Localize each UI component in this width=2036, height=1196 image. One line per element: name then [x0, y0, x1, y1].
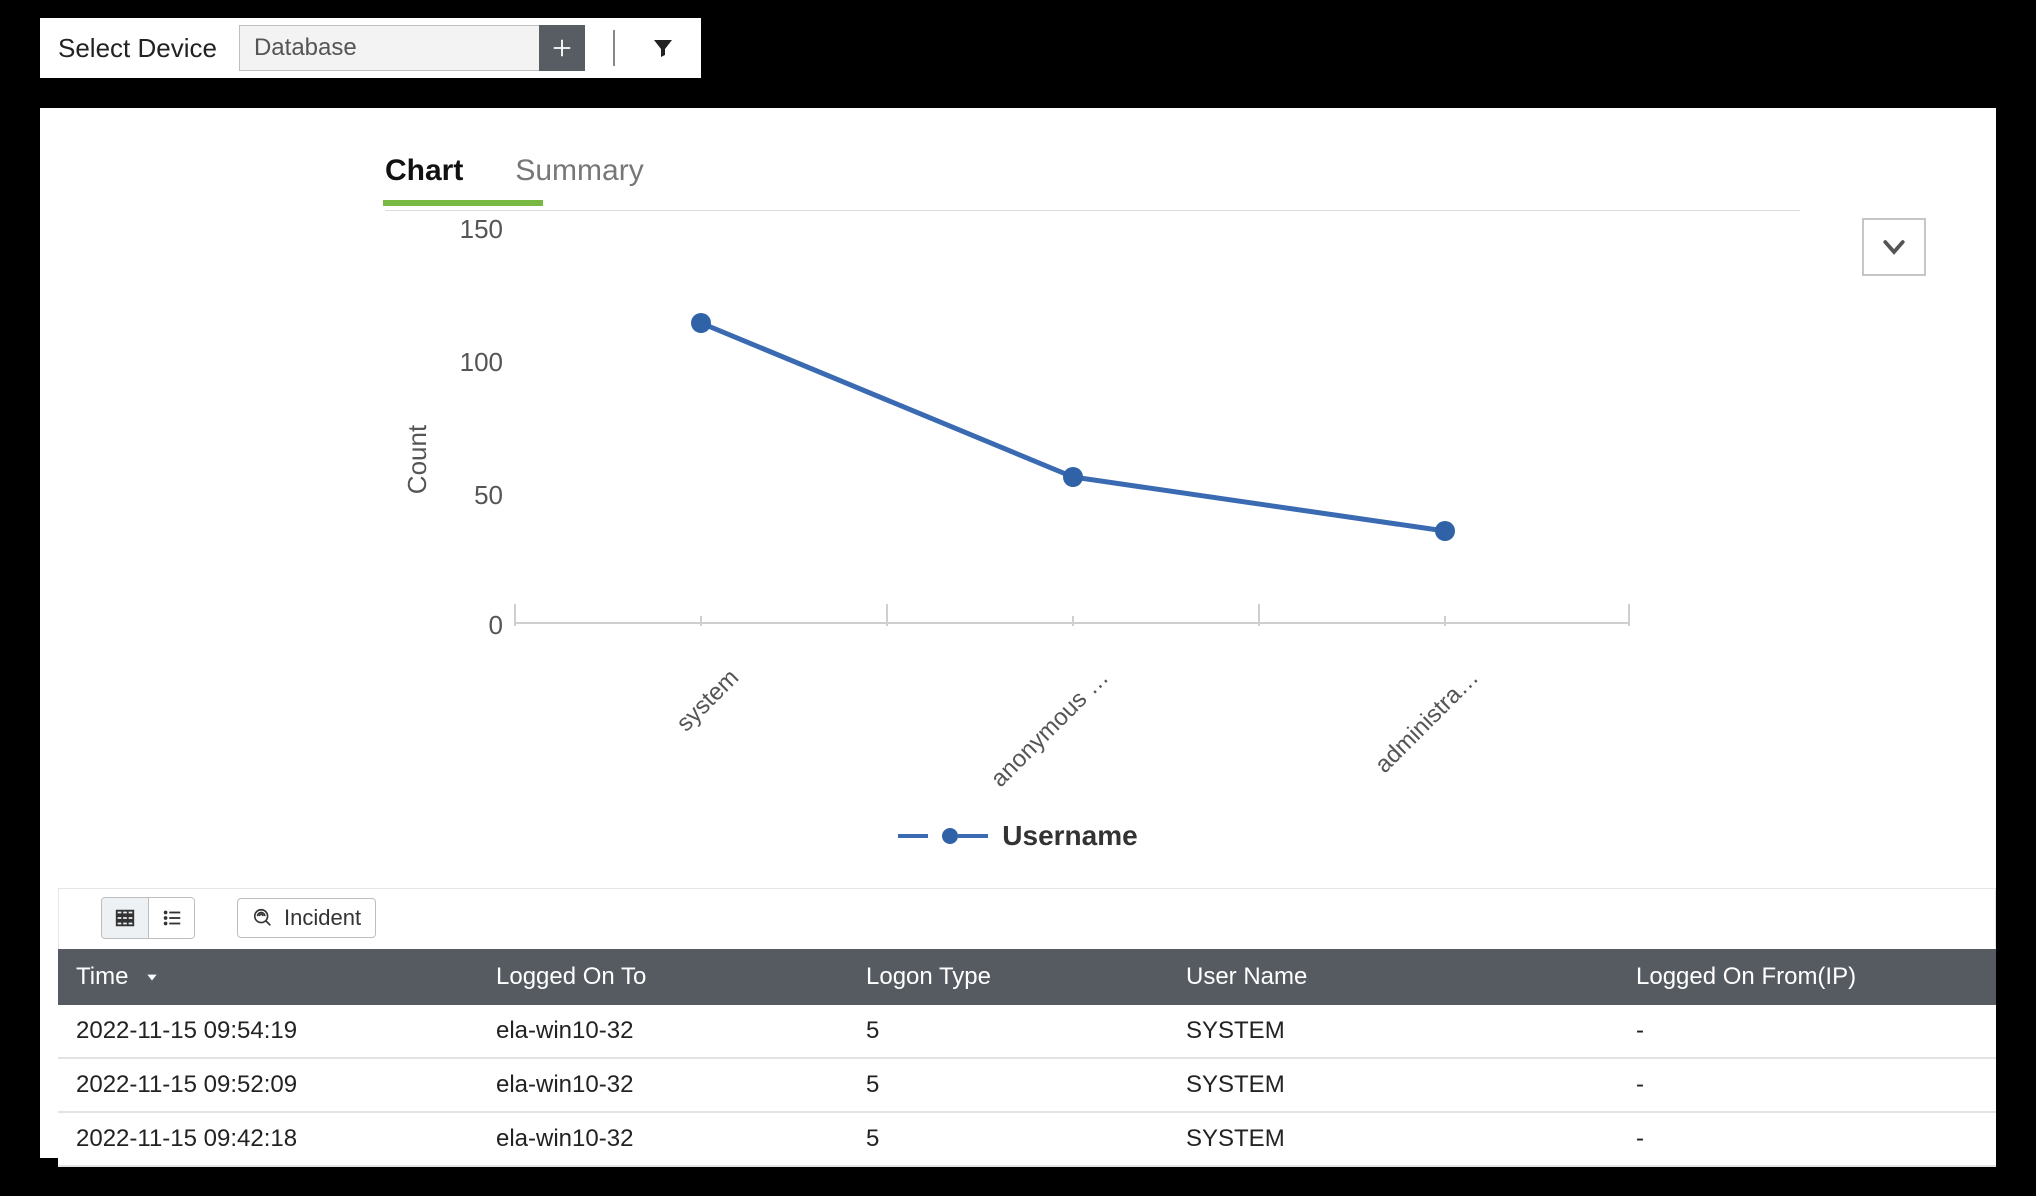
y-tick: 50	[423, 480, 503, 511]
device-toolbar: Select Device	[40, 18, 701, 78]
col-time[interactable]: Time	[58, 949, 478, 1005]
cell-logon-type: 5	[848, 1005, 1168, 1058]
cell-user: SYSTEM	[1168, 1005, 1618, 1058]
col-logon-type[interactable]: Logon Type	[848, 949, 1168, 1005]
y-tick: 0	[423, 610, 503, 641]
chart-category-label: system	[584, 664, 745, 825]
legend-series-label[interactable]: Username	[1002, 820, 1137, 852]
chart-svg	[515, 224, 1630, 624]
table-toolbar: Incident	[58, 888, 1996, 949]
cell-time: 2022-11-15 09:54:19	[58, 1005, 478, 1058]
cell-host: ela-win10-32	[478, 1112, 848, 1166]
incident-button-label: Incident	[284, 905, 361, 931]
chevron-down-icon	[1879, 232, 1909, 262]
table-row[interactable]: 2022-11-15 09:52:09 ela-win10-32 5 SYSTE…	[58, 1058, 1996, 1112]
cell-user: SYSTEM	[1168, 1058, 1618, 1112]
toolbar-divider	[613, 30, 615, 66]
fingerprint-search-icon	[252, 907, 274, 929]
y-tick: 150	[423, 214, 503, 245]
cell-from: -	[1618, 1058, 1996, 1112]
table-row[interactable]: 2022-11-15 09:42:18 ela-win10-32 5 SYSTE…	[58, 1112, 1996, 1166]
cell-time: 2022-11-15 09:42:18	[58, 1112, 478, 1166]
tabs: Chart Summary	[385, 154, 644, 204]
chart-expand-button[interactable]	[1862, 218, 1926, 276]
col-label: User Name	[1186, 963, 1307, 990]
table-header: Time Logged On To Logon Type User Name L…	[58, 949, 1996, 1005]
col-label: Logged On From(IP)	[1636, 963, 1856, 990]
legend-line-segment	[958, 834, 988, 838]
tabs-underline	[385, 210, 1800, 211]
list-icon	[160, 907, 184, 929]
cell-host: ela-win10-32	[478, 1005, 848, 1058]
cell-logon-type: 5	[848, 1058, 1168, 1112]
results-section: Incident Time Logged On To Logon Type Us…	[58, 888, 1996, 1167]
col-user-name[interactable]: User Name	[1168, 949, 1618, 1005]
legend-dot-icon	[942, 828, 958, 844]
plus-icon	[551, 37, 573, 59]
cell-from: -	[1618, 1005, 1996, 1058]
add-device-button[interactable]	[539, 25, 585, 71]
cell-user: SYSTEM	[1168, 1112, 1618, 1166]
chart-category-label: administra…	[1324, 664, 1485, 825]
filter-icon	[651, 36, 675, 60]
cell-host: ela-win10-32	[478, 1058, 848, 1112]
tab-chart[interactable]: Chart	[385, 154, 463, 204]
chart-plot[interactable]	[515, 224, 1630, 624]
main-panel: Chart Summary Count 150 100 50 0	[40, 108, 1996, 1158]
chart: Count 150 100 50 0 system anonymous …	[385, 214, 1665, 854]
tab-summary[interactable]: Summary	[515, 154, 643, 204]
grid-icon	[113, 907, 137, 929]
view-grid-button[interactable]	[102, 898, 148, 938]
select-device-label: Select Device	[58, 33, 217, 64]
device-input-wrap	[239, 25, 585, 71]
device-input[interactable]	[239, 25, 539, 71]
table-row[interactable]: 2022-11-15 09:54:19 ela-win10-32 5 SYSTE…	[58, 1005, 1996, 1058]
chart-legend: Username	[40, 820, 1996, 852]
col-logged-on-from[interactable]: Logged On From(IP)	[1618, 949, 1996, 1005]
sort-desc-icon	[145, 963, 159, 991]
incident-button[interactable]: Incident	[237, 898, 376, 938]
cell-from: -	[1618, 1112, 1996, 1166]
chart-point[interactable]	[1063, 467, 1083, 487]
filter-button[interactable]	[643, 28, 683, 68]
col-label: Logged On To	[496, 963, 646, 990]
view-toggle-group	[101, 897, 195, 939]
col-time-label: Time	[76, 963, 128, 990]
chart-category-label: anonymous …	[954, 664, 1115, 825]
y-tick: 100	[423, 347, 503, 378]
chart-line-username	[701, 323, 1445, 531]
view-list-button[interactable]	[148, 898, 194, 938]
cell-logon-type: 5	[848, 1112, 1168, 1166]
chart-point[interactable]	[1435, 521, 1455, 541]
cell-time: 2022-11-15 09:52:09	[58, 1058, 478, 1112]
legend-line-segment	[898, 834, 928, 838]
col-label: Logon Type	[866, 963, 991, 990]
col-logged-on-to[interactable]: Logged On To	[478, 949, 848, 1005]
chart-point[interactable]	[691, 313, 711, 333]
results-table: Time Logged On To Logon Type User Name L…	[58, 949, 1996, 1167]
